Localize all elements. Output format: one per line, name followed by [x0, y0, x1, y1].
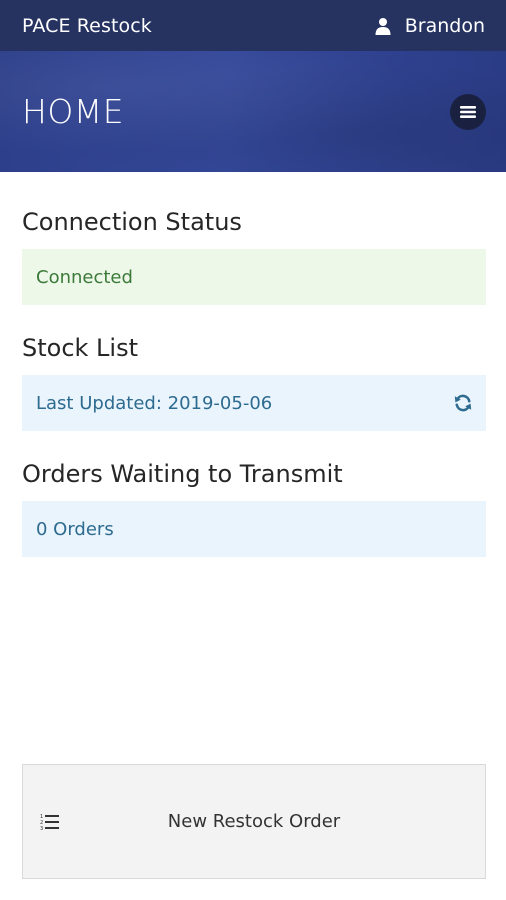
- user-menu[interactable]: Brandon: [375, 15, 485, 37]
- connection-status-panel: Connected: [22, 249, 486, 305]
- new-restock-order-button[interactable]: 1 2 3 New Restock Order: [22, 764, 486, 879]
- stock-list-panel: Last Updated: 2019-05-06: [22, 375, 486, 431]
- hamburger-menu-icon: [460, 105, 476, 118]
- orders-count-text: 0 Orders: [36, 518, 114, 540]
- svg-text:3: 3: [40, 826, 43, 831]
- user-icon: [375, 17, 391, 35]
- top-bar: PACE Restock Brandon: [0, 0, 506, 51]
- menu-button[interactable]: [450, 93, 486, 130]
- page-title: HOME: [22, 92, 125, 131]
- refresh-icon[interactable]: [453, 393, 473, 413]
- orders-waiting-panel[interactable]: 0 Orders: [22, 501, 486, 557]
- stock-last-updated: Last Updated: 2019-05-06: [36, 392, 273, 414]
- connection-status-heading: Connection Status: [22, 208, 242, 236]
- stock-list-heading: Stock List: [22, 334, 139, 362]
- list-icon: 1 2 3: [40, 814, 59, 831]
- main-content: Connection Status Connected Stock List L…: [22, 172, 486, 557]
- page-header: HOME: [0, 51, 506, 172]
- orders-waiting-heading: Orders Waiting to Transmit: [22, 460, 343, 488]
- new-restock-order-label: New Restock Order: [167, 811, 341, 832]
- app-title: PACE Restock: [22, 14, 152, 37]
- user-name: Brandon: [404, 14, 485, 37]
- connection-status-text: Connected: [36, 266, 133, 288]
